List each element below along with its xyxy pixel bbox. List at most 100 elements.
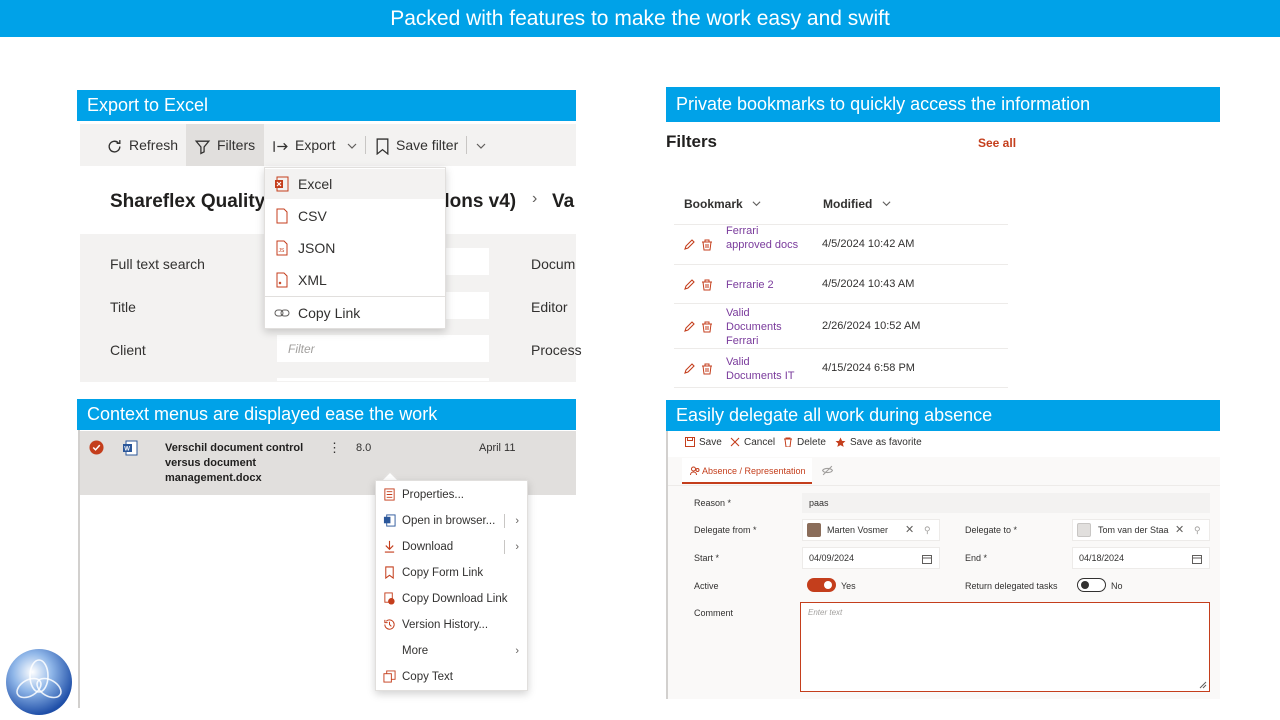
export-excel-item[interactable]: Excel [265,169,445,199]
properties-label: Properties... [402,489,464,501]
company-logo [6,649,72,715]
edit-icon[interactable] [683,362,695,375]
save-button[interactable]: Save [685,437,722,448]
csv-file-icon [276,208,288,224]
toggle-knob [1081,581,1089,589]
toolbar-divider [365,136,366,154]
bookmark-modified: 4/15/2024 6:58 PM [822,361,915,374]
file-name[interactable]: Verschil document control versus documen… [165,441,315,486]
trash-icon[interactable] [701,239,713,251]
copy-download-link-label: Copy Download Link [402,593,508,605]
clear-icon[interactable]: ✕ [1175,520,1184,541]
save-icon [685,437,695,448]
export-json-item[interactable]: JS JSON [265,233,445,263]
column-header-bookmark[interactable]: Bookmark [684,197,761,211]
properties-icon [384,488,395,501]
command-bar: Refresh Filters Export Save filter [80,124,576,166]
version-history-item[interactable]: Version History... [376,612,527,638]
bookmark-name[interactable]: Valid Documents IT [726,355,806,383]
bookmark-row[interactable]: Valid Documents Ferrari 2/26/2024 10:52 A… [674,304,1008,349]
active-toggle[interactable] [807,578,836,592]
export-button[interactable]: Export [272,124,363,166]
history-icon [384,619,395,630]
people-icon [690,466,700,476]
end-date-input[interactable]: 04/18/2024 [1072,547,1210,569]
page-title-rest: dons v4) [438,191,517,212]
checkmark-icon[interactable] [89,440,104,455]
trash-icon[interactable] [701,363,713,375]
save-as-favorite-button[interactable]: Save as favorite [835,437,922,448]
return-tasks-value: No [1111,581,1123,591]
star-icon [835,437,846,447]
bookmark-row[interactable]: Valid Documents IT 4/15/2024 6:58 PM [674,349,1008,388]
toggle-knob [824,581,832,589]
bookmark-row[interactable]: Ferrarie 2 4/5/2024 10:43 AM [674,265,1008,304]
column-header-modified[interactable]: Modified [823,197,891,211]
bookmark-name[interactable]: Valid Documents Ferrari [726,306,806,348]
delegate-from-input[interactable]: Marten Vosmer ✕ ⚲ [802,519,940,541]
version-history-label: Version History... [402,619,489,631]
edit-icon[interactable] [683,278,695,291]
copy-download-icon [384,592,395,605]
start-date-input[interactable]: 04/09/2024 [802,547,940,569]
more-options-button[interactable] [476,124,492,166]
active-value: Yes [841,581,856,591]
tab-absence-label: Absence / Representation [702,466,806,476]
bookmark-name[interactable]: Ferrarie 2 [726,278,806,292]
resize-handle-icon[interactable] [1199,681,1207,689]
see-all-link[interactable]: See all [978,136,1016,150]
edit-icon[interactable] [683,320,695,333]
export-menu: Excel CSV JS JSON XML Copy Link [264,167,446,329]
chevron-right-icon: › [515,541,519,553]
clear-icon[interactable]: ✕ [905,520,914,541]
properties-item[interactable]: Properties... [376,482,527,508]
copy-link-item[interactable]: Copy Link [265,298,445,328]
refresh-button[interactable]: Refresh [106,124,178,166]
download-item[interactable]: Download › [376,534,527,560]
more-actions-icon[interactable]: ⋮ [328,440,341,456]
hide-icon[interactable] [822,465,833,476]
comment-textarea[interactable]: Enter text [800,602,1210,692]
word-document-icon: W [123,440,138,456]
filters-button[interactable]: Filters [186,124,264,166]
return-tasks-toggle[interactable] [1077,578,1106,592]
more-item[interactable]: More › [376,638,527,664]
trash-icon[interactable] [701,321,713,333]
open-in-browser-item[interactable]: Open in browser... › [376,508,527,534]
excel-label: Excel [298,176,333,192]
copy-form-link-label: Copy Form Link [402,567,484,579]
delete-button[interactable]: Delete [783,437,826,448]
client-input[interactable]: Filter [276,334,490,363]
copy-text-item[interactable]: Copy Text [376,664,527,690]
bookmark-name[interactable]: Ferrari approved docs [726,224,806,252]
calendar-icon[interactable] [922,554,932,564]
export-csv-item[interactable]: CSV [265,201,445,231]
cancel-button[interactable]: Cancel [730,437,775,448]
tab-absence[interactable]: Absence / Representation [682,458,812,484]
json-file-icon: JS [276,240,288,256]
person-lookup-icon[interactable]: ⚲ [924,520,931,541]
filter-icon [194,140,211,155]
bookmark-row[interactable]: Ferrari approved docs 4/5/2024 10:42 AM [674,225,1008,265]
next-input[interactable] [276,377,490,382]
calendar-icon[interactable] [1192,554,1202,564]
edit-icon[interactable] [683,239,695,251]
copy-download-link-item[interactable]: Copy Download Link [376,586,527,612]
save-filter-button[interactable]: Save filter [375,124,458,166]
delegate-form: Absence / Representation Reason * paas D… [668,457,1220,699]
context-section-title: Context menus are displayed ease the wor… [77,399,576,430]
copy-form-link-item[interactable]: Copy Form Link [376,560,527,586]
file-modified: April 11 [479,442,516,454]
active-label: Active [694,581,719,591]
return-tasks-label: Return delegated tasks [965,581,1058,591]
trash-icon[interactable] [701,279,713,291]
reason-label: Reason * [694,498,732,508]
save-label: Save [699,437,722,448]
favorite-label: Save as favorite [850,437,922,449]
delegate-to-input[interactable]: Tom van der Staa ✕ ⚲ [1072,519,1210,541]
export-xml-item[interactable]: XML [265,265,445,295]
client-label: Client [110,342,146,358]
reason-input[interactable]: paas [802,493,1210,513]
filters-heading: Filters [666,132,718,151]
person-lookup-icon[interactable]: ⚲ [1194,520,1201,541]
